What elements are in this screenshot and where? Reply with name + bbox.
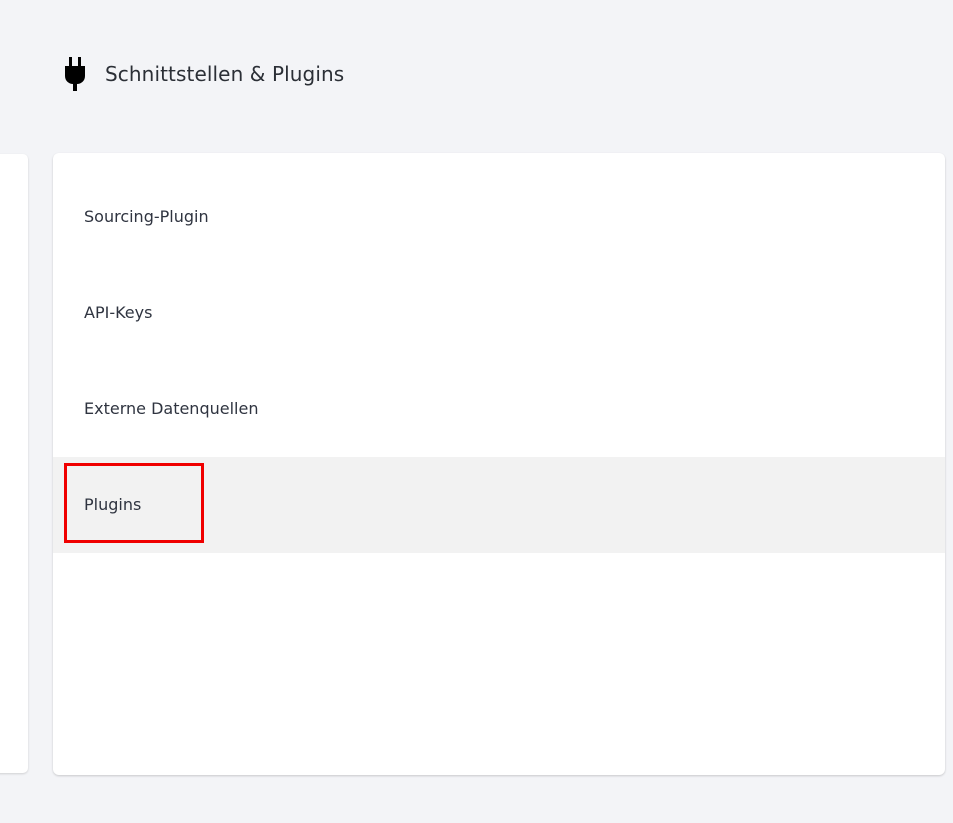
menu-item-api-keys[interactable]: API-Keys bbox=[53, 265, 945, 361]
menu-item-plugins[interactable]: Plugins bbox=[53, 457, 945, 553]
settings-menu: Sourcing-Plugin API-Keys Externe Datenqu… bbox=[53, 153, 945, 553]
plugins-menu-card: Sourcing-Plugin API-Keys Externe Datenqu… bbox=[53, 153, 945, 775]
menu-item-label: API-Keys bbox=[84, 303, 153, 322]
menu-item-label: Externe Datenquellen bbox=[84, 399, 259, 418]
menu-item-label: Plugins bbox=[84, 495, 142, 514]
plug-icon bbox=[65, 57, 85, 91]
page-title: Schnittstellen & Plugins bbox=[105, 62, 345, 86]
menu-item-external-data-sources[interactable]: Externe Datenquellen bbox=[53, 361, 945, 457]
menu-item-sourcing-plugin[interactable]: Sourcing-Plugin bbox=[53, 169, 945, 265]
menu-item-label: Sourcing-Plugin bbox=[84, 207, 209, 226]
left-panel-card bbox=[0, 154, 28, 773]
page-header: Schnittstellen & Plugins bbox=[63, 54, 344, 94]
